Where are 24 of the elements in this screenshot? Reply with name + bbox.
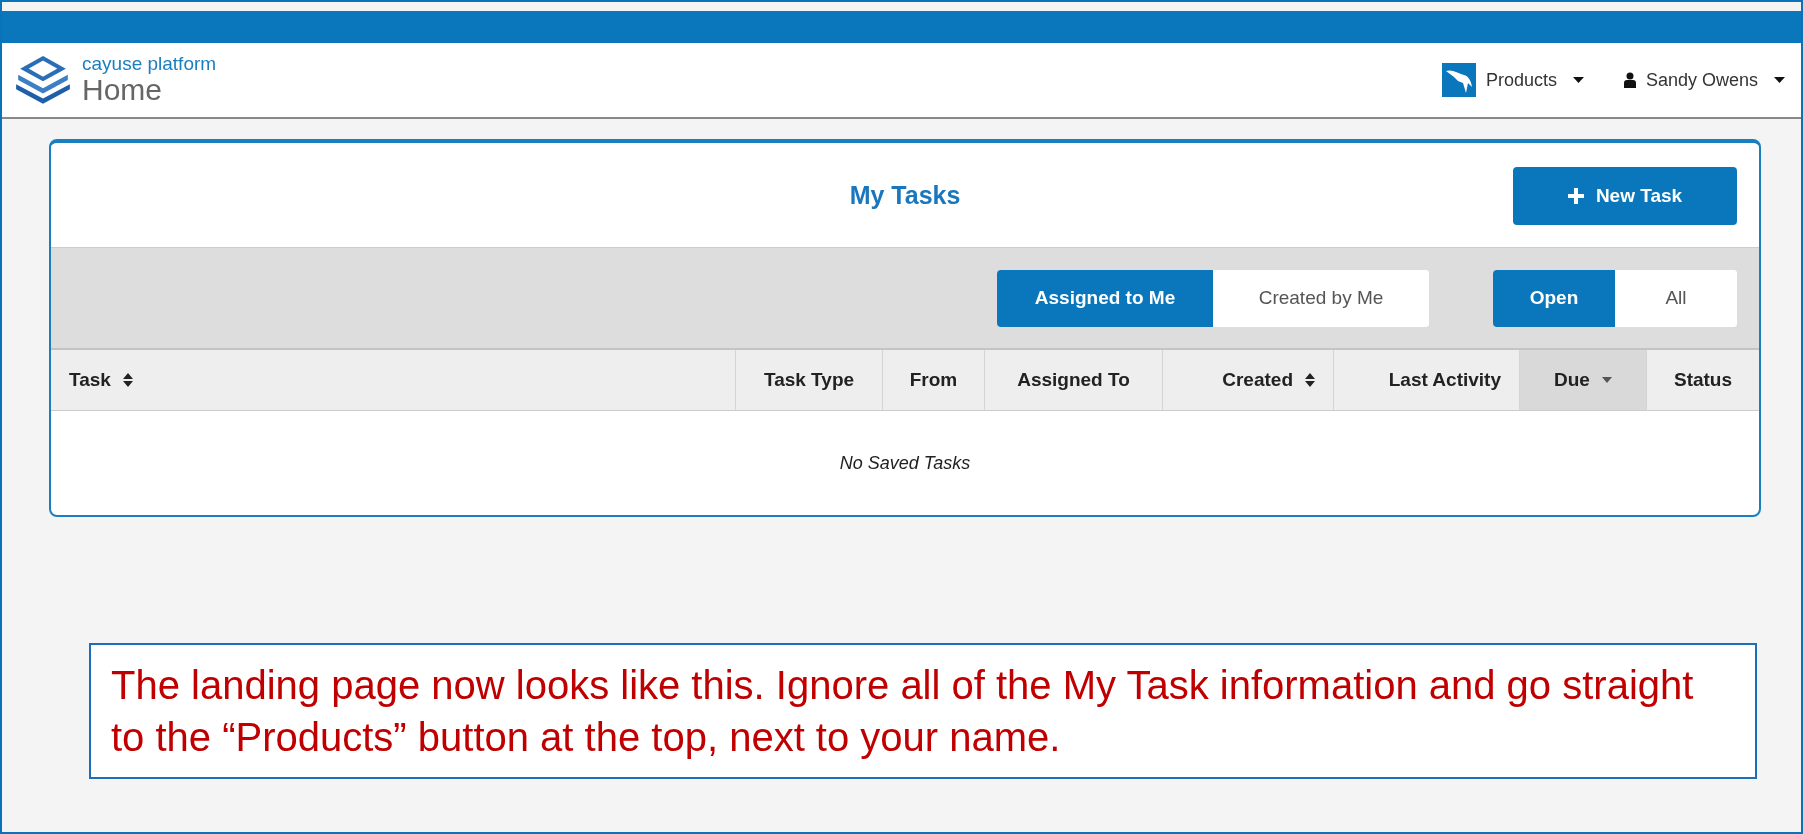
column-header[interactable]: From [882, 350, 984, 410]
brand-name: cayuse platform [82, 54, 217, 74]
products-menu[interactable]: Products [1441, 63, 1584, 97]
page-title: Home [82, 74, 163, 106]
plus-icon [1567, 188, 1584, 204]
sort-icon [1305, 373, 1315, 387]
person-icon [1623, 72, 1636, 88]
column-header[interactable]: Assigned To [984, 350, 1162, 410]
new-task-button[interactable]: New Task [1513, 167, 1737, 225]
filter-toggle[interactable]: Assigned to Me [997, 269, 1213, 327]
caret-icon [1774, 77, 1785, 83]
panel-title: My Tasks [849, 180, 961, 210]
caret-icon [1572, 77, 1584, 83]
column-header[interactable]: Task [51, 350, 735, 410]
column-header[interactable]: Due [1519, 350, 1646, 410]
callout-note: The landing page now looks like this. Ignore all of the My Task information and go straight to the “Products” button at the top, next to your name. [89, 643, 1757, 779]
sort-icon [122, 373, 133, 387]
column-header[interactable]: Status [1646, 350, 1759, 410]
caret-icon [1601, 377, 1612, 383]
column-header[interactable]: Created [1162, 350, 1333, 410]
filter-toggle[interactable]: Open [1493, 269, 1615, 327]
user-menu[interactable]: Sandy Owens [1623, 69, 1785, 91]
column-header[interactable]: Task Type [735, 350, 882, 410]
empty-message: No Saved Tasks [839, 452, 971, 474]
